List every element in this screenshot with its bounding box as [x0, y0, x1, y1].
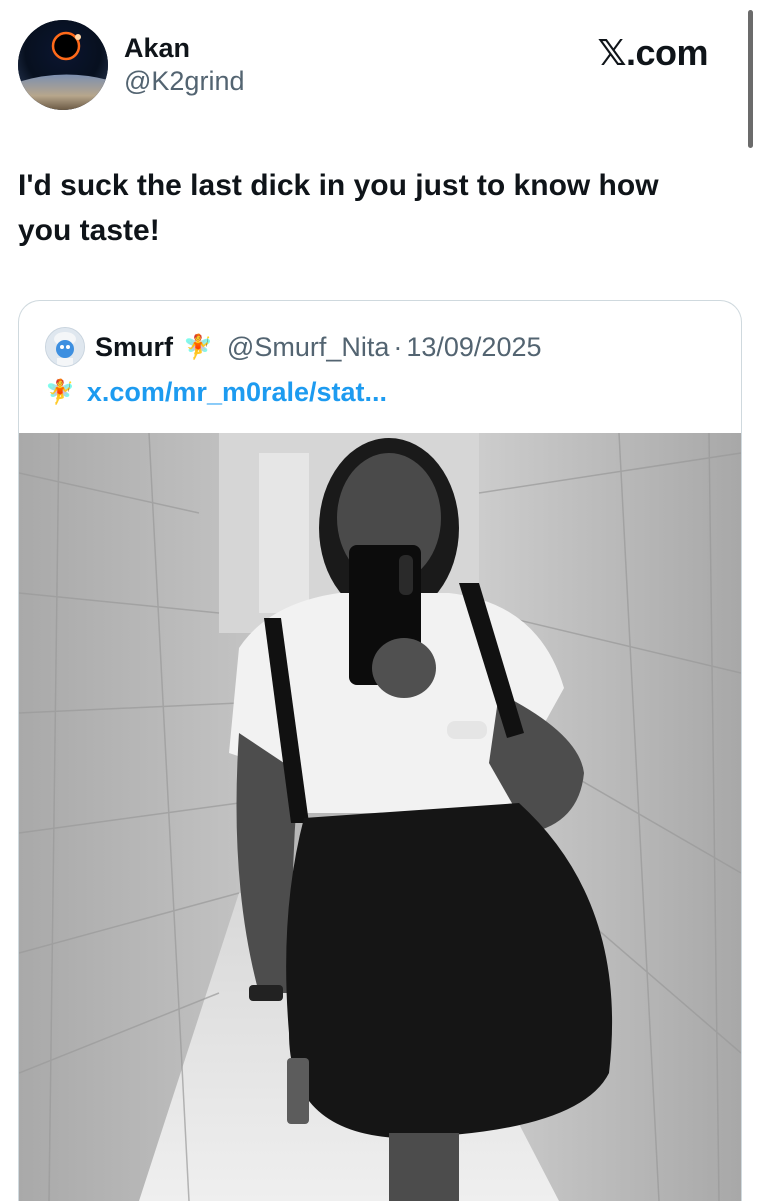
tweet-header: Akan @K2grind 𝕏.com — [18, 20, 738, 112]
quoted-tweet-text: 🧚 x.com/mr_m0rale/stat... — [45, 377, 387, 408]
quoted-author-avatar[interactable] — [45, 327, 85, 367]
separator-dot: · — [393, 331, 403, 362]
fairy-emoji-icon: 🧚 — [45, 379, 75, 406]
author-display-name[interactable]: Akan — [124, 32, 244, 64]
quoted-tweet-photo[interactable] — [19, 433, 741, 1201]
author-avatar[interactable] — [18, 20, 108, 110]
x-logo-text: 𝕏.com — [597, 32, 708, 73]
quoted-tweet-link[interactable]: x.com/mr_m0rale/stat... — [87, 377, 387, 408]
quoted-author-name[interactable]: Smurf — [95, 332, 173, 363]
quoted-tweet-date[interactable]: 13/09/2025 — [406, 332, 541, 363]
fairy-emoji-icon: 🧚 — [183, 333, 213, 361]
author-info: Akan @K2grind — [124, 32, 244, 98]
tweet-text: I'd suck the last dick in you just to kn… — [18, 169, 659, 247]
quoted-author-handle[interactable]: @Smurf_Nita — [227, 332, 389, 363]
scrollbar-thumb[interactable] — [748, 10, 753, 148]
quoted-tweet-card[interactable]: Smurf 🧚 @Smurf_Nita · 13/09/2025 🧚 x.com… — [18, 300, 742, 1201]
author-handle[interactable]: @K2grind — [124, 64, 244, 98]
quoted-tweet-header: Smurf 🧚 @Smurf_Nita · 13/09/2025 — [45, 325, 542, 369]
